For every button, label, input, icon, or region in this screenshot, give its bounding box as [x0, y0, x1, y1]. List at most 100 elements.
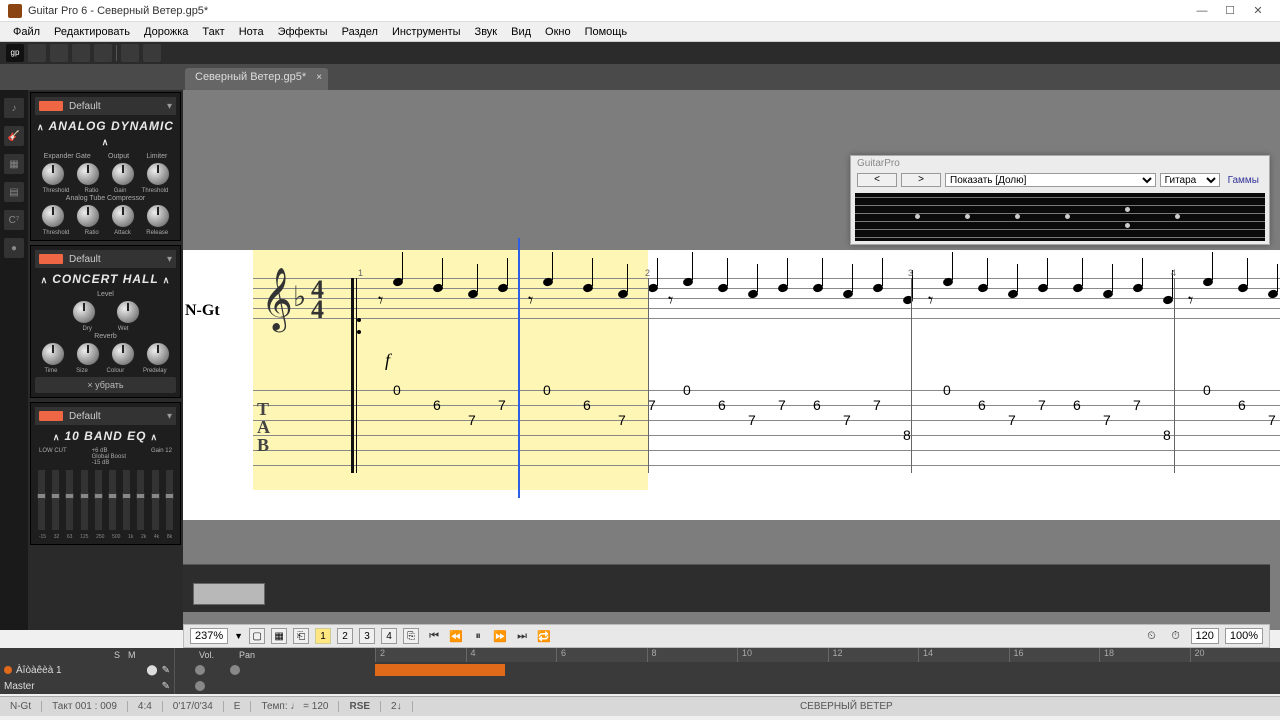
maximize-button[interactable]: ☐	[1216, 2, 1244, 20]
menu-Дорожка[interactable]: Дорожка	[137, 24, 195, 40]
fret-next-button[interactable]: >	[901, 173, 941, 187]
colour-knob[interactable]	[111, 342, 135, 366]
menu-Файл[interactable]: Файл	[6, 24, 47, 40]
tab-number[interactable]: 7	[873, 397, 881, 413]
eq-fader[interactable]	[66, 470, 73, 530]
tab-number[interactable]: 7	[1103, 412, 1111, 428]
skip-start-button[interactable]: ⏮	[425, 627, 443, 645]
menu-Инструменты[interactable]: Инструменты	[385, 24, 468, 40]
eq-fader[interactable]	[166, 470, 173, 530]
page-first[interactable]: ⎗	[293, 628, 309, 644]
master-row[interactable]: Master✎	[0, 678, 174, 694]
eq-fader[interactable]	[38, 470, 45, 530]
tab-number[interactable]: 7	[618, 412, 626, 428]
ratio-knob[interactable]	[76, 162, 100, 186]
redo-button[interactable]	[143, 44, 161, 62]
tab-number[interactable]: 6	[583, 397, 591, 413]
close-button[interactable]: ✕	[1244, 2, 1272, 20]
tab-number[interactable]: 6	[813, 397, 821, 413]
menu-Такт[interactable]: Такт	[195, 24, 231, 40]
track-clip[interactable]	[193, 583, 265, 605]
rewind-button[interactable]: ⏪	[447, 627, 465, 645]
page-last[interactable]: ⎘	[403, 628, 419, 644]
countdown-icon[interactable]: ⏱	[1167, 627, 1185, 645]
close-tab-icon[interactable]: ×	[316, 72, 322, 83]
tab-number[interactable]: 7	[468, 412, 476, 428]
gain-knob[interactable]	[111, 162, 135, 186]
menu-Звук[interactable]: Звук	[468, 24, 505, 40]
tab-number[interactable]: 6	[433, 397, 441, 413]
track-overview[interactable]	[183, 564, 1270, 612]
score-view[interactable]: N-Gt TAB 𝄞 ♭ 4 4 f 𝄾𝄾𝄾𝄾𝄾 067706770677677…	[183, 90, 1280, 630]
new-button[interactable]	[28, 44, 46, 62]
page-4[interactable]: 4	[381, 628, 397, 644]
tab-number[interactable]: 7	[843, 412, 851, 428]
tab-number[interactable]: 8	[903, 427, 911, 443]
master-volume-knob[interactable]	[195, 681, 205, 691]
forward-button[interactable]: ⏩	[491, 627, 509, 645]
eq-fader[interactable]	[81, 470, 88, 530]
menu-Вид[interactable]: Вид	[504, 24, 538, 40]
time-knob[interactable]	[41, 342, 65, 366]
drums-tool-icon[interactable]: ▤	[4, 182, 24, 202]
metronome-icon[interactable]: ⏲	[1143, 627, 1161, 645]
tab-number[interactable]: 7	[748, 412, 756, 428]
tab-number[interactable]: 0	[393, 382, 401, 398]
tab-number[interactable]: 0	[943, 382, 951, 398]
eq-fader[interactable]	[52, 470, 59, 530]
wet-knob[interactable]	[116, 300, 140, 324]
pause-button[interactable]: ⏸	[469, 627, 487, 645]
chord-tool-icon[interactable]: C⁷	[4, 210, 24, 230]
tab-number[interactable]: 7	[1038, 397, 1046, 413]
eq-fader[interactable]	[123, 470, 130, 530]
save-button[interactable]	[72, 44, 90, 62]
tab-number[interactable]: 6	[978, 397, 986, 413]
guitar-tool-icon[interactable]: 🎸	[4, 126, 24, 146]
tab-number[interactable]: 0	[683, 382, 691, 398]
comp-threshold-knob[interactable]	[41, 204, 65, 228]
document-tab[interactable]: Северный Ветер.gp5* ×	[185, 68, 328, 90]
fretboard-neck[interactable]	[855, 193, 1265, 241]
tab-number[interactable]: 7	[778, 397, 786, 413]
open-button[interactable]	[50, 44, 68, 62]
tab-number[interactable]: 7	[1008, 412, 1016, 428]
fret-show-dropdown[interactable]: Показать [Долю]	[945, 173, 1156, 187]
predelay-knob[interactable]	[146, 342, 170, 366]
tab-number[interactable]: 6	[1073, 397, 1081, 413]
print-button[interactable]	[94, 44, 112, 62]
chevron-down-icon[interactable]: ▾	[167, 101, 172, 112]
zoom-field[interactable]: 237%	[190, 628, 228, 644]
fx-power-toggle[interactable]	[39, 101, 63, 111]
fx-power-toggle[interactable]	[39, 254, 63, 264]
eq-fader[interactable]	[109, 470, 116, 530]
scales-link[interactable]: Гаммы	[1224, 175, 1263, 186]
tab-number[interactable]: 6	[1238, 397, 1246, 413]
fx-power-toggle[interactable]	[39, 411, 63, 421]
page-1[interactable]: 1	[315, 628, 331, 644]
pan-knob[interactable]	[230, 665, 240, 675]
page-2[interactable]: 2	[337, 628, 353, 644]
volume-knob[interactable]	[195, 665, 205, 675]
page-3[interactable]: 3	[359, 628, 375, 644]
tab-number[interactable]: 6	[718, 397, 726, 413]
dry-knob[interactable]	[72, 300, 96, 324]
undo-button[interactable]	[121, 44, 139, 62]
minimize-button[interactable]: —	[1188, 2, 1216, 20]
zoom-pct[interactable]: 100%	[1225, 628, 1263, 644]
tab-number[interactable]: 7	[648, 397, 656, 413]
tab-number[interactable]: 7	[498, 397, 506, 413]
attack-knob[interactable]	[111, 204, 135, 228]
view-mode-1[interactable]: ▢	[249, 628, 265, 644]
menu-Эффекты[interactable]: Эффекты	[271, 24, 335, 40]
skip-end-button[interactable]: ⏭	[513, 627, 531, 645]
eq-fader[interactable]	[137, 470, 144, 530]
fret-prev-button[interactable]: <	[857, 173, 897, 187]
threshold-knob[interactable]	[41, 162, 65, 186]
tab-number[interactable]: 0	[1203, 382, 1211, 398]
tab-number[interactable]: 7	[1133, 397, 1141, 413]
tempo-spin[interactable]: 120	[1191, 628, 1219, 644]
note-tool-icon[interactable]: ♪	[4, 98, 24, 118]
tab-number[interactable]: 8	[1163, 427, 1171, 443]
menu-Раздел[interactable]: Раздел	[335, 24, 385, 40]
loop-button[interactable]: 🔁	[535, 627, 553, 645]
